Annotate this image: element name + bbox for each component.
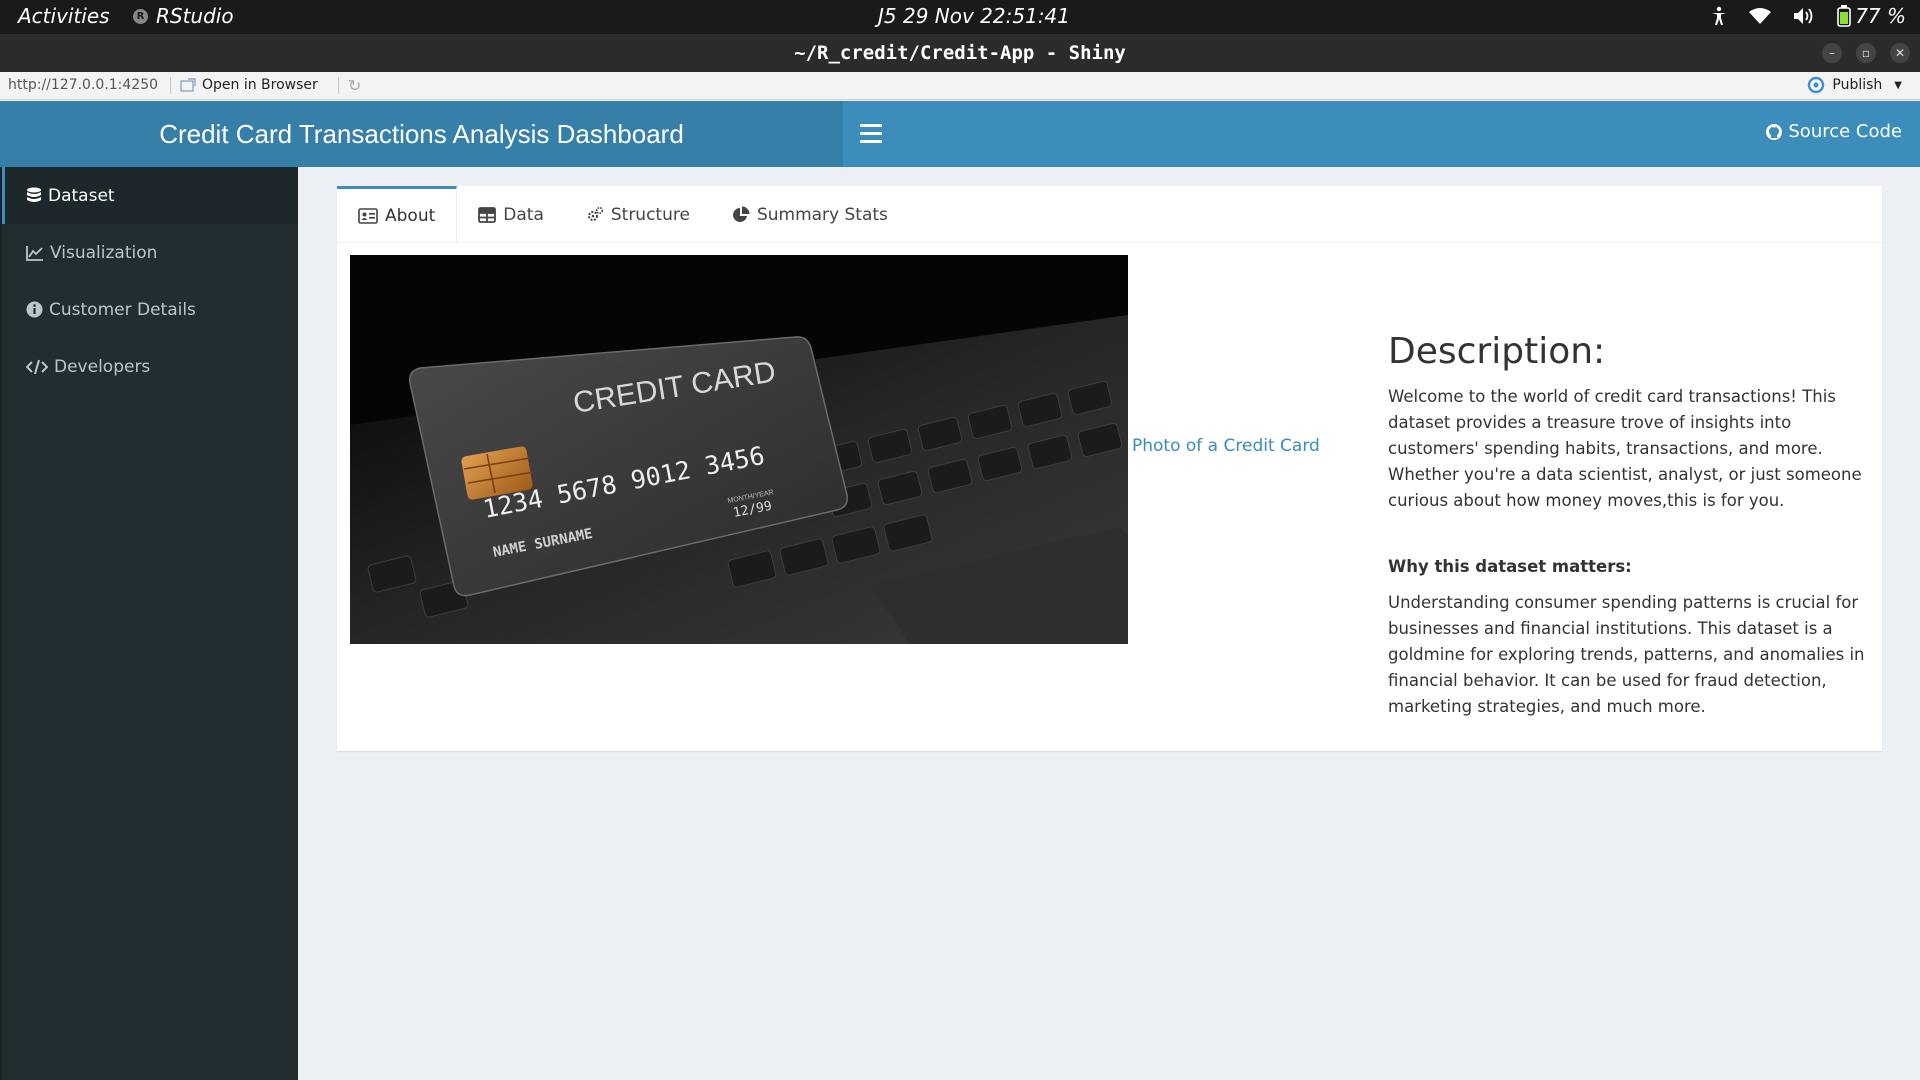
cogs-icon: [587, 206, 603, 221]
tab-bar: About Data Structure Summary Stats: [337, 186, 1882, 243]
id-card-icon: [358, 208, 378, 224]
battery-icon: [1837, 5, 1851, 27]
minimize-icon[interactable]: –: [1822, 43, 1842, 63]
window-title-bar: ~/R_credit/Credit-App - Shiny – ▫ ✕: [0, 34, 1920, 72]
publish-button[interactable]: Publish ▼: [1806, 76, 1902, 94]
toolbar-divider: [170, 77, 171, 94]
source-code-link[interactable]: Source Code: [1765, 121, 1902, 142]
description-panel: Description: Welcome to the world of cre…: [1388, 330, 1868, 760]
app-menu[interactable]: R RStudio: [133, 4, 234, 28]
photo-credit-link[interactable]: Photo of a Credit Card: [1132, 436, 1320, 456]
refresh-icon[interactable]: ↻: [348, 76, 361, 95]
table-icon: [478, 206, 497, 223]
tab-data[interactable]: Data: [457, 186, 565, 243]
description-heading: Description:: [1388, 331, 1606, 372]
sidebar-item-dataset[interactable]: Dataset: [2, 167, 298, 224]
system-tray[interactable]: 77 %: [1711, 4, 1906, 28]
database-icon: [27, 187, 41, 202]
toolbar-divider: [338, 77, 339, 94]
close-icon[interactable]: ✕: [1890, 43, 1910, 63]
clock[interactable]: J5 29 Nov 22:51:41: [878, 4, 1070, 28]
maximize-icon[interactable]: ▫: [1856, 43, 1876, 63]
sidebar-item-label: Visualization: [50, 242, 158, 263]
tab-label: Structure: [610, 204, 690, 225]
accessibility-icon: [1712, 6, 1727, 25]
sidebar-item-visualization[interactable]: Visualization: [2, 224, 298, 281]
dashboard-header: Credit Card Transactions Analysis Dashbo…: [0, 101, 1920, 167]
chevron-down-icon[interactable]: ▼: [1894, 80, 1902, 91]
browser-icon: [180, 78, 196, 92]
code-icon: [26, 359, 48, 374]
app-name: RStudio: [156, 4, 234, 28]
credit-card-illustration: CREDIT CARD 1234 5678 9012 3456 MONTH/YE…: [350, 255, 1128, 644]
info-circle-icon: [26, 301, 43, 318]
tab-label: Summary Stats: [756, 204, 888, 225]
publish-icon: [1808, 76, 1825, 94]
why-text: Understanding consumer spending patterns…: [1388, 593, 1865, 716]
battery-indicator: 77 %: [1837, 4, 1906, 28]
tab-box: About Data Structure Summary Stats CREDI…: [337, 186, 1882, 751]
tab-label: Data: [503, 204, 544, 225]
activities-button[interactable]: Activities: [18, 4, 110, 28]
window-title: ~/R_credit/Credit-App - Shiny: [794, 42, 1126, 64]
tab-summary-stats[interactable]: Summary Stats: [711, 186, 909, 243]
dashboard-title: Credit Card Transactions Analysis Dashbo…: [0, 101, 843, 167]
open-in-browser-button[interactable]: Open in Browser: [180, 77, 318, 93]
description-intro: Welcome to the world of credit card tran…: [1388, 387, 1862, 510]
tab-about[interactable]: About: [337, 186, 458, 243]
publish-label: Publish: [1832, 77, 1883, 93]
line-chart-icon: [26, 245, 43, 261]
source-code-label: Source Code: [1788, 121, 1902, 142]
sidebar-item-customer-details[interactable]: Customer Details: [2, 281, 298, 338]
tab-structure[interactable]: Structure: [565, 186, 711, 243]
why-heading: Why this dataset matters:: [1388, 557, 1632, 576]
open-in-browser-label: Open in Browser: [202, 77, 318, 93]
window-controls: – ▫ ✕: [1822, 43, 1910, 63]
system-top-bar: Activities R RStudio J5 29 Nov 22:51:41 …: [0, 0, 1920, 34]
sidebar-item-label: Dataset: [48, 185, 115, 206]
pie-chart-icon: [733, 206, 750, 222]
tab-label: About: [385, 206, 436, 226]
sidebar-item-label: Developers: [54, 356, 151, 377]
wifi-icon: [1749, 8, 1772, 24]
viewer-toolbar: http://127.0.0.1:4250 Open in Browser ↻ …: [0, 72, 1920, 100]
github-icon: [1766, 123, 1783, 140]
sidebar-item-developers[interactable]: Developers: [2, 338, 298, 395]
sidebar-toggle-icon[interactable]: [860, 119, 882, 149]
volume-icon: [1794, 8, 1813, 24]
rstudio-icon: R: [133, 8, 148, 24]
credit-card-photo: CREDIT CARD 1234 5678 9012 3456 MONTH/YE…: [350, 255, 1128, 644]
url-label: http://127.0.0.1:4250: [8, 77, 159, 93]
sidebar: Dataset Visualization Customer Details D…: [0, 167, 298, 1080]
sidebar-item-label: Customer Details: [49, 299, 196, 320]
battery-percent: 77 %: [1855, 4, 1906, 28]
